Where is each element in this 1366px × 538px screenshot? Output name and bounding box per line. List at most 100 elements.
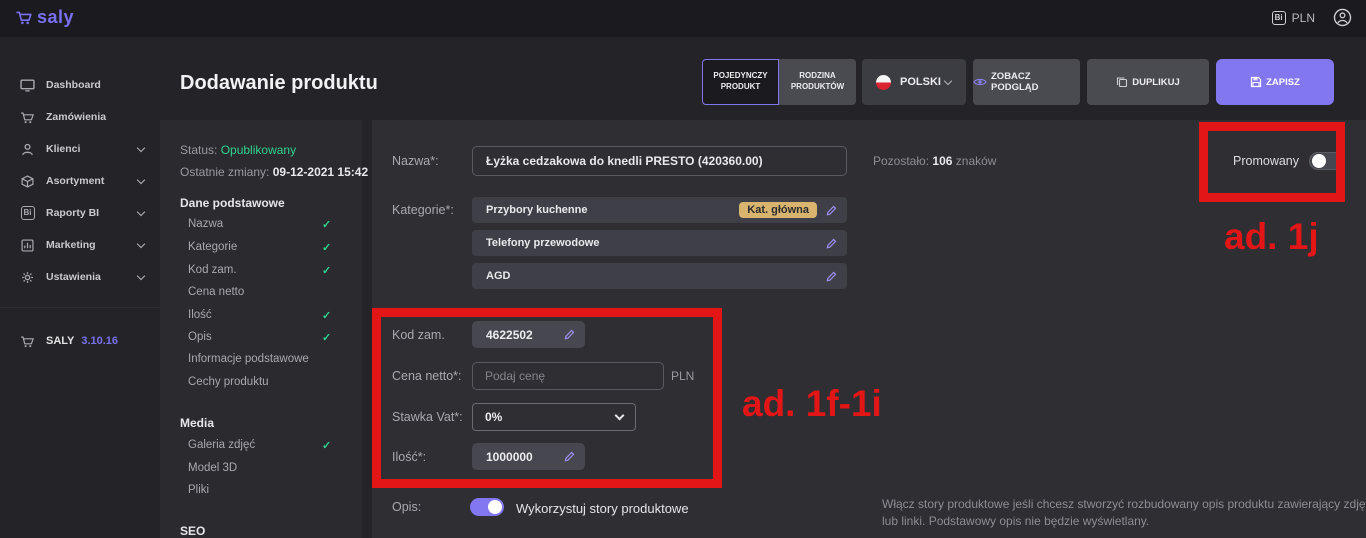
nav-model-3d[interactable]: Model 3D — [188, 462, 237, 474]
chevron-down-icon — [137, 175, 145, 183]
description-hint-line1: Włącz story produktowe jeśli chcesz stwo… — [882, 497, 1366, 511]
nav-galeria-zdjec[interactable]: Galeria zdjęć — [188, 439, 255, 451]
sidebar-item-label: Dashboard — [46, 79, 101, 91]
app-name: SALY — [46, 335, 74, 347]
category-name: AGD — [486, 270, 826, 282]
chevron-down-icon — [137, 207, 145, 215]
nav-kategorie[interactable]: Kategorie — [188, 241, 237, 253]
story-toggle[interactable] — [470, 498, 504, 516]
check-icon: ✓ — [322, 309, 331, 322]
sidebar-item-asortyment[interactable]: Asortyment — [0, 165, 160, 197]
vat-rate-value: 0% — [485, 410, 616, 424]
net-price-label: Cena netto*: — [392, 369, 462, 383]
tab-pojedynczy-produkt[interactable]: POJEDYNCZY PRODUKT — [702, 59, 779, 105]
chart-board-icon — [20, 238, 35, 253]
logo-text: saly — [37, 7, 74, 28]
preview-button[interactable]: ZOBACZ PODGLĄD — [973, 59, 1080, 105]
duplicate-label: DUPLIKUJ — [1132, 77, 1180, 88]
status-value: Opublikowany — [221, 143, 296, 157]
product-form: Nazwa*: Pozostało: 106 znaków Promowany … — [372, 120, 1366, 538]
pencil-icon[interactable] — [826, 205, 837, 216]
categories-label: Kategorie*: — [392, 203, 454, 217]
currency-selector[interactable]: Bi PLN — [1272, 11, 1315, 25]
app-version: SALY 3.10.16 — [0, 325, 160, 357]
category-row[interactable]: AGD — [472, 263, 847, 289]
chevron-down-icon — [137, 143, 145, 151]
pencil-icon[interactable] — [564, 451, 575, 462]
sidebar-item-label: Zamówienia — [46, 111, 106, 123]
monitor-icon — [20, 78, 35, 93]
app-window: saly Bi PLN Dashboard Zamówienia Klienci — [0, 0, 1366, 538]
save-label: ZAPISZ — [1266, 77, 1300, 88]
currency-suffix: PLN — [671, 369, 694, 383]
check-icon: ✓ — [322, 264, 331, 277]
sidebar-item-label: Ustawienia — [46, 271, 101, 283]
annotation-label-promoted: ad. 1j — [1224, 216, 1319, 258]
nav-informacje-podstawowe[interactable]: Informacje podstawowe — [188, 353, 309, 365]
nav-cechy-produktu[interactable]: Cechy produktu — [188, 376, 269, 388]
net-price-input[interactable] — [472, 362, 664, 390]
quantity-value: 1000000 — [486, 450, 564, 464]
section-media: Media — [180, 416, 214, 430]
sidebar-item-ustawienia[interactable]: Ustawienia — [0, 261, 160, 293]
name-input[interactable] — [472, 146, 847, 176]
order-code-field[interactable]: 4622502 — [472, 321, 585, 348]
save-floppy-icon — [1250, 76, 1262, 88]
main-category-badge: Kat. główna — [739, 202, 817, 218]
last-change-line: Ostatnie zmiany: 09-12-2021 15:42 — [180, 165, 368, 179]
sidebar-item-label: Marketing — [46, 239, 96, 251]
user-account-icon[interactable] — [1333, 8, 1352, 27]
chevron-down-icon — [137, 239, 145, 247]
sidebar-item-dashboard[interactable]: Dashboard — [0, 69, 160, 101]
nav-opis[interactable]: Opis — [188, 331, 212, 343]
sidebar: Dashboard Zamówienia Klienci Asortyment … — [0, 37, 160, 538]
tab-rodzina-produktow[interactable]: RODZINA PRODUKTÓW — [779, 59, 856, 105]
preview-label: ZOBACZ PODGLĄD — [991, 71, 1080, 93]
eye-icon — [973, 77, 987, 87]
annotation-label-fields: ad. 1f-1i — [742, 383, 882, 425]
nav-ilosc[interactable]: Ilość — [188, 309, 212, 321]
cart-icon — [20, 110, 35, 125]
sidebar-item-klienci[interactable]: Klienci — [0, 133, 160, 165]
pencil-icon[interactable] — [564, 329, 575, 340]
pencil-icon[interactable] — [826, 271, 837, 282]
app-version-number: 3.10.16 — [81, 335, 118, 347]
sidebar-divider — [0, 307, 160, 308]
nav-nazwa[interactable]: Nazwa — [188, 218, 223, 230]
pencil-icon[interactable] — [826, 238, 837, 249]
nav-pliki[interactable]: Pliki — [188, 484, 209, 496]
quantity-field[interactable]: 1000000 — [472, 443, 585, 470]
chevron-down-icon — [137, 271, 145, 279]
sidebar-item-raporty-bi[interactable]: Bi Raporty BI — [0, 197, 160, 229]
nav-kod-zam[interactable]: Kod zam. — [188, 264, 237, 276]
sidebar-item-zamowienia[interactable]: Zamówienia — [0, 101, 160, 133]
app-logo[interactable]: saly — [16, 7, 74, 28]
sidebar-item-label: Raporty BI — [46, 207, 99, 219]
nav-cena-netto[interactable]: Cena netto — [188, 286, 244, 298]
person-icon — [20, 142, 35, 157]
check-icon: ✓ — [322, 218, 331, 231]
poland-flag-icon — [876, 75, 891, 90]
promoted-toggle[interactable] — [1309, 152, 1343, 170]
status-panel: Status: Opublikowany Ostatnie zmiany: 09… — [160, 120, 362, 538]
name-label: Nazwa*: — [392, 154, 439, 168]
sidebar-item-marketing[interactable]: Marketing — [0, 229, 160, 261]
chevron-down-icon — [944, 76, 952, 84]
category-row[interactable]: Przybory kuchenne Kat. główna — [472, 197, 847, 223]
bi-report-icon: Bi — [20, 206, 35, 221]
save-button[interactable]: ZAPISZ — [1216, 59, 1334, 105]
story-toggle-label: Wykorzystuj story produktowe — [516, 501, 689, 516]
copy-icon — [1116, 76, 1128, 88]
category-name: Przybory kuchenne — [486, 204, 739, 216]
duplicate-button[interactable]: DUPLIKUJ — [1087, 59, 1209, 105]
category-row[interactable]: Telefony przewodowe — [472, 230, 847, 256]
chevron-down-icon — [615, 410, 625, 420]
topbar: saly Bi PLN — [0, 0, 1366, 37]
vat-rate-label: Stawka Vat*: — [392, 410, 463, 424]
language-selector[interactable]: POLSKI — [862, 59, 966, 105]
order-code-label: Kod zam. — [392, 328, 445, 342]
gear-icon — [20, 270, 35, 285]
promoted-label: Promowany — [1233, 154, 1299, 168]
sidebar-item-label: Klienci — [46, 143, 80, 155]
vat-rate-select[interactable]: 0% — [472, 403, 636, 431]
